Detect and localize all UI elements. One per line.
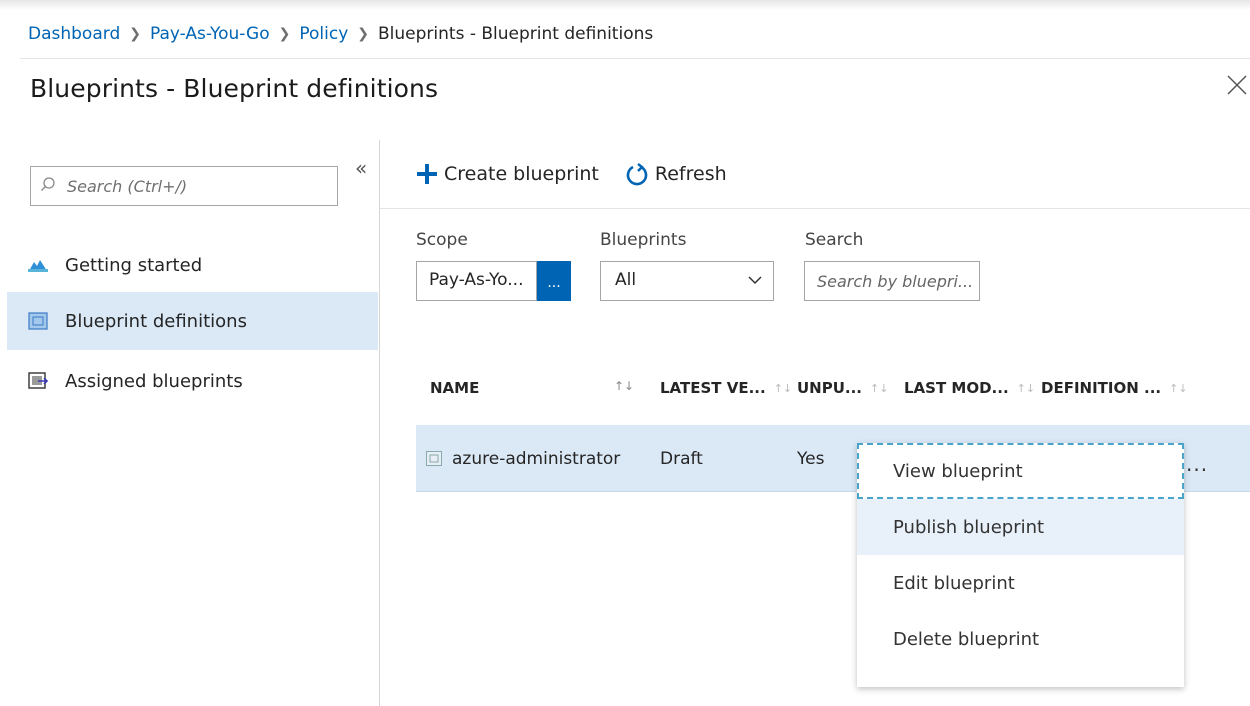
column-header-unpublished[interactable]: UNPU... ↑↓ — [797, 379, 888, 397]
menu-item-publish-blueprint[interactable]: Publish blueprint — [857, 499, 1184, 555]
scope-label: Scope — [416, 230, 468, 250]
cloud-icon — [27, 256, 49, 274]
cell-unpublished: Yes — [797, 449, 825, 469]
column-header-label: LATEST VE... — [660, 379, 766, 397]
scope-field[interactable]: Pay-As-Yo... — [416, 261, 537, 301]
chevron-right-icon: ❯ — [129, 26, 141, 42]
sidebar-search-box[interactable] — [30, 166, 338, 206]
sort-icon: ↑↓ — [773, 381, 793, 395]
context-menu: View blueprint Publish blueprint Edit bl… — [857, 443, 1184, 687]
search-filter-label: Search — [805, 230, 864, 250]
breadcrumb-current: Blueprints - Blueprint definitions — [378, 24, 654, 44]
sidebar-search-input[interactable] — [65, 175, 329, 197]
column-header-label: NAME — [430, 379, 480, 397]
toolbar: Create blueprint Refresh — [416, 162, 753, 186]
sidebar: « Getting started Blueprint definitions … — [0, 140, 380, 706]
close-icon[interactable] — [1223, 72, 1250, 104]
sort-icon: ↑↓ — [870, 381, 889, 395]
sidebar-item-blueprint-definitions[interactable]: Blueprint definitions — [7, 292, 378, 350]
sidebar-item-assigned-blueprints[interactable]: Assigned blueprints — [7, 352, 378, 410]
blueprint-icon — [27, 312, 49, 330]
collapse-sidebar-icon[interactable]: « — [355, 156, 367, 180]
breadcrumb-pay-as-you-go[interactable]: Pay-As-You-Go — [150, 24, 270, 44]
create-blueprint-label: Create blueprint — [444, 163, 599, 185]
blueprints-filter-select[interactable]: All — [600, 261, 774, 301]
scope-picker-button[interactable]: ... — [537, 261, 571, 301]
sidebar-item-label: Assigned blueprints — [65, 370, 243, 392]
sidebar-item-label: Blueprint definitions — [65, 310, 247, 332]
menu-item-edit-blueprint[interactable]: Edit blueprint — [857, 555, 1184, 611]
refresh-label: Refresh — [654, 163, 727, 185]
cell-latest-version: Draft — [660, 449, 703, 469]
blueprint-search-box[interactable] — [804, 261, 980, 301]
sort-icon: ↑↓ — [1016, 381, 1036, 395]
assigned-blueprint-icon — [27, 372, 49, 390]
plus-icon — [416, 163, 438, 185]
more-options-button[interactable]: ... — [1186, 452, 1208, 476]
chevron-down-icon — [747, 272, 763, 293]
breadcrumb: Dashboard ❯ Pay-As-You-Go ❯ Policy ❯ Blu… — [28, 24, 653, 44]
breadcrumb-policy[interactable]: Policy — [299, 24, 348, 44]
toolbar-divider — [380, 208, 1250, 209]
menu-item-view-blueprint[interactable]: View blueprint — [857, 443, 1184, 499]
column-header-latest-version[interactable]: LATEST VE... ↑↓ — [660, 379, 792, 397]
breadcrumb-dashboard[interactable]: Dashboard — [28, 24, 120, 44]
refresh-icon — [625, 162, 649, 186]
chevron-right-icon: ❯ — [357, 26, 370, 42]
column-header-name[interactable]: NAME — [430, 379, 479, 397]
column-header-last-modified[interactable]: LAST MOD... ↑↓ — [904, 379, 1035, 397]
sidebar-item-getting-started[interactable]: Getting started — [7, 236, 378, 294]
blueprint-search-input[interactable] — [805, 270, 979, 292]
column-header-label: LAST MOD... — [904, 379, 1009, 397]
blueprints-filter-label: Blueprints — [600, 230, 687, 250]
search-icon — [31, 176, 65, 196]
sort-icon[interactable]: ↑↓ — [614, 379, 634, 393]
blueprints-filter-value: All — [615, 270, 637, 290]
sort-icon: ↑↓ — [1169, 381, 1188, 395]
menu-item-delete-blueprint[interactable]: Delete blueprint — [857, 611, 1184, 667]
refresh-button[interactable]: Refresh — [625, 162, 727, 186]
header-divider — [20, 58, 1250, 59]
cell-name[interactable]: azure-administrator — [452, 449, 620, 469]
column-header-label: DEFINITION ... — [1041, 379, 1162, 397]
sidebar-item-label: Getting started — [65, 254, 203, 276]
top-shadow — [0, 0, 1250, 10]
create-blueprint-button[interactable]: Create blueprint — [416, 163, 599, 185]
blueprint-icon — [426, 451, 442, 470]
chevron-right-icon: ❯ — [278, 26, 291, 42]
column-header-label: UNPU... — [797, 379, 863, 397]
column-header-definition[interactable]: DEFINITION ... ↑↓ — [1041, 379, 1188, 397]
page-title: Blueprints - Blueprint definitions — [30, 74, 439, 103]
